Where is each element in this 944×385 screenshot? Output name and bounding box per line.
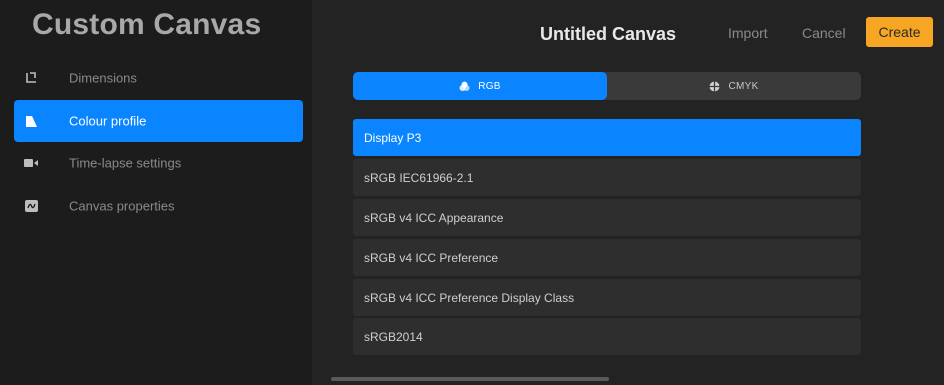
profile-item[interactable]: sRGB2014 (353, 318, 861, 355)
cmyk-icon (709, 81, 720, 92)
sidebar-item-time-lapse-settings[interactable]: Time-lapse settings (14, 142, 303, 184)
profile-item[interactable]: sRGB v4 ICC Appearance (353, 199, 861, 236)
dimensions-icon (24, 71, 38, 85)
canvas-title: Untitled Canvas (540, 24, 677, 44)
sidebar: Custom Canvas Dimensions Colour profile … (0, 0, 312, 385)
main-panel: Untitled Canvas Import Cancel Create RGB… (312, 0, 944, 385)
sidebar-item-label: Colour profile (69, 113, 147, 129)
sidebar-item-label: Dimensions (69, 70, 137, 86)
colour-profile-icon (24, 114, 38, 128)
horizontal-scrollbar[interactable] (331, 377, 609, 381)
import-button[interactable]: Import (728, 25, 768, 41)
sidebar-item-colour-profile[interactable]: Colour profile (14, 100, 303, 142)
profile-item[interactable]: sRGB v4 ICC Preference Display Class (353, 279, 861, 316)
sidebar-title: Custom Canvas (32, 8, 262, 41)
profile-item[interactable]: sRGB v4 ICC Preference (353, 239, 861, 276)
cmyk-label: CMYK (728, 80, 759, 92)
sidebar-item-label: Time-lapse settings (69, 155, 182, 171)
cmyk-option[interactable]: CMYK (607, 72, 861, 100)
sidebar-item-canvas-properties[interactable]: Canvas properties (14, 185, 303, 227)
canvas-properties-icon (24, 199, 38, 213)
rgb-icon (459, 81, 470, 92)
color-mode-segmented-control: RGB CMYK (353, 72, 861, 100)
sidebar-item-dimensions[interactable]: Dimensions (14, 57, 303, 99)
rgb-option[interactable]: RGB (353, 72, 607, 100)
video-camera-icon (24, 156, 38, 170)
sidebar-item-label: Canvas properties (69, 198, 175, 214)
cancel-button[interactable]: Cancel (802, 25, 846, 41)
rgb-label: RGB (478, 80, 501, 92)
profile-item[interactable]: Display P3 (353, 119, 861, 156)
profile-item[interactable]: sRGB IEC61966-2.1 (353, 159, 861, 196)
create-button[interactable]: Create (866, 17, 933, 47)
